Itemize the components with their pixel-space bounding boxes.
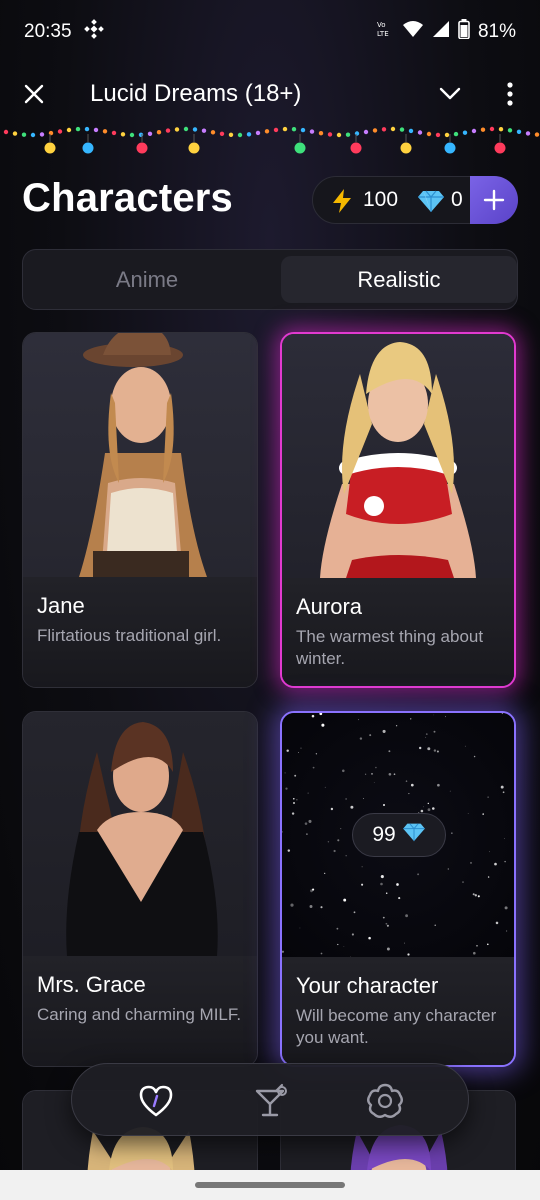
character-card-custom[interactable]: 99 Your character Will become any charac… [280,711,516,1067]
character-card-jane[interactable]: Jane Flirtatious traditional girl. [22,332,258,688]
bottom-nav [71,1063,469,1136]
style-tabs: Anime Realistic [22,249,518,310]
character-name: Your character [296,973,439,998]
gesture-handle[interactable] [195,1182,345,1188]
character-name: Mrs. Grace [37,972,146,997]
settings-flower-icon[interactable] [366,1082,404,1120]
character-description: Caring and charming MILF. [37,1005,242,1024]
add-currency-button[interactable] [470,176,518,224]
holiday-lights-decoration [3,126,540,154]
gem-count: 0 [451,188,463,211]
price-value: 99 [372,823,396,846]
signal-icon [432,20,450,44]
cocktail-icon[interactable] [252,1082,290,1120]
plus-icon [483,189,505,211]
starfield-background: 99 [282,713,514,957]
lightning-icon [331,188,353,214]
character-card-aurora[interactable]: Aurora The warmest thing about winter. [280,332,516,688]
character-portrait [23,712,257,956]
app-bar: Lucid Dreams (18+) [0,64,540,124]
gesture-bar [0,1170,540,1200]
diamond-icon [402,822,426,848]
character-portrait [282,334,514,578]
app-title: Lucid Dreams (18+) [90,80,302,107]
close-icon[interactable] [22,82,46,106]
character-description: The warmest thing about winter. [296,627,484,668]
diamond-icon [417,189,445,213]
svg-text:Vo: Vo [377,21,386,29]
more-vert-icon[interactable] [500,80,520,108]
character-description: Flirtatious traditional girl. [37,626,222,645]
chevron-down-icon[interactable] [438,84,462,104]
heart-icon[interactable] [137,1082,175,1120]
wifi-icon [402,20,424,44]
app-screen: 20:35 Vo LTE 81% Lucid Dreams (18+) Char… [0,0,540,1200]
volte-icon: Vo LTE [376,19,394,45]
tab-realistic[interactable]: Realistic [281,256,517,303]
status-bar: 20:35 Vo LTE 81% [0,0,540,64]
character-portrait [23,333,257,577]
page-title: Characters [22,176,234,220]
currency-wallet[interactable]: 100 0 [312,176,518,224]
character-description: Will become any character you want. [296,1006,497,1047]
status-time: 20:35 [24,21,72,42]
battery-percent: 81% [477,21,516,42]
character-name: Jane [37,593,85,618]
binance-icon [83,19,104,45]
battery-icon [458,19,470,45]
character-card-mrs-grace[interactable]: Mrs. Grace Caring and charming MILF. [22,711,258,1067]
energy-count: 100 [363,188,399,211]
tab-anime[interactable]: Anime [29,256,265,303]
character-name: Aurora [296,594,363,619]
price-badge: 99 [352,813,446,857]
svg-text:LTE: LTE [377,30,389,38]
